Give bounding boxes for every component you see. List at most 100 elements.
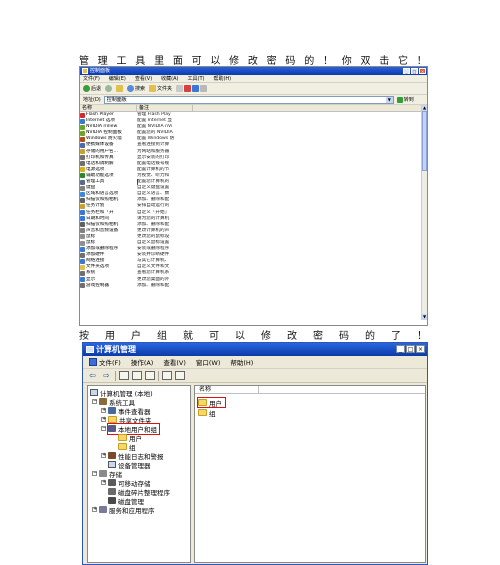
item-icon: [80, 124, 85, 130]
list-header: 名称 备注: [80, 105, 427, 112]
item-icon: [80, 155, 85, 161]
views-icon: [200, 85, 208, 92]
forward-icon[interactable]: ⇨: [101, 371, 112, 381]
column-name[interactable]: 名称: [199, 386, 259, 394]
item-icon: [80, 136, 85, 142]
back-icon[interactable]: ⇦: [87, 371, 98, 381]
column-name[interactable]: 名称: [80, 105, 137, 111]
close-button[interactable]: ×: [416, 345, 425, 353]
title-bar: 计算机管理 _ □ ×: [83, 343, 427, 356]
go-button[interactable]: 转到: [396, 96, 414, 103]
maximize-button[interactable]: □: [406, 345, 415, 353]
list-item[interactable]: 游戏控制器 添加、删除和配: [80, 283, 200, 289]
properties-icon[interactable]: [145, 371, 155, 380]
caption-char: 按: [79, 331, 89, 342]
caption-char: 修: [229, 56, 240, 67]
event-viewer-icon: [108, 407, 116, 414]
expand-icon[interactable]: +: [101, 453, 106, 458]
column-comment[interactable]: 备注: [137, 105, 193, 111]
caption-char: ！: [416, 56, 427, 67]
menu-view[interactable]: 查看(V): [135, 75, 152, 82]
undo-icon: [192, 85, 200, 92]
menu-file[interactable]: 文件(F): [85, 357, 125, 367]
scroll-thumb[interactable]: [422, 111, 427, 171]
maximize-button[interactable]: □: [411, 68, 418, 74]
go-arrow-icon: [396, 96, 403, 103]
list-rows: Flash Player 管理 Flash Play Internet 选项 配置 I…: [80, 112, 200, 289]
tree-node-services-applications[interactable]: + 服务和应用程序: [92, 505, 155, 515]
menu-favorites[interactable]: 收藏(A): [161, 75, 178, 82]
item-icon: [80, 258, 85, 264]
back-button[interactable]: 后退: [83, 85, 101, 92]
app-menu-icon: [89, 358, 97, 366]
detail-item-groups[interactable]: 组: [198, 408, 216, 418]
disk-management-icon: [108, 497, 116, 504]
menu-window[interactable]: 窗口(W): [192, 357, 225, 367]
menu-help[interactable]: 帮助(H): [226, 357, 257, 367]
collapse-icon[interactable]: −: [92, 399, 97, 404]
item-icon: [80, 228, 85, 234]
collapse-icon[interactable]: −: [101, 426, 106, 431]
caption-char: 的: [365, 331, 375, 342]
caption-line-1: 管理工具里面可以修改密码的 ！ 你双击它 ！: [78, 52, 428, 67]
toolbar-extra-buttons[interactable]: [176, 85, 208, 92]
caption-char: 户: [131, 331, 141, 342]
menu-tools[interactable]: 工具(T): [188, 75, 205, 82]
collapse-icon[interactable]: −: [92, 471, 97, 476]
detail-item-users[interactable]: 用户: [197, 397, 226, 408]
item-icon: [80, 203, 85, 209]
scroll-down-icon[interactable]: ▼: [422, 314, 427, 320]
up-level-icon[interactable]: [119, 371, 129, 380]
users-icon: [108, 425, 116, 432]
caption-char: 码: [339, 331, 349, 342]
window-title: 计算机管理: [96, 345, 136, 354]
up-folder-icon: [116, 85, 124, 92]
window-title: 控制面板: [90, 68, 111, 74]
menu-view[interactable]: 查看(V): [159, 357, 190, 367]
folder-icon: [198, 409, 207, 416]
show-hide-tree-icon[interactable]: [132, 371, 142, 380]
help-icon[interactable]: [162, 371, 172, 380]
services-icon: [99, 506, 107, 513]
expand-icon[interactable]: +: [101, 408, 106, 413]
minimize-button[interactable]: _: [403, 68, 410, 74]
expand-icon[interactable]: +: [101, 480, 106, 485]
details-header: 名称: [195, 386, 425, 394]
item-comment: 添加、删除和配: [137, 282, 170, 288]
address-dropdown-icon[interactable]: ▼: [385, 96, 393, 103]
forward-button[interactable]: [105, 85, 113, 92]
item-icon: [80, 149, 85, 155]
minimize-button[interactable]: _: [396, 345, 405, 353]
computer-management-window: 计算机管理 _ □ × 文件(F) 操作(A) 查看(V) 窗口(W) 帮助(H…: [82, 342, 428, 565]
caption-char: 密: [266, 56, 277, 67]
caption-char: ！: [417, 331, 427, 342]
menu-edit[interactable]: 编辑(E): [109, 75, 126, 82]
expand-icon[interactable]: +: [92, 507, 97, 512]
item-icon: [80, 167, 85, 173]
item-icon: [80, 222, 85, 228]
menu-file[interactable]: 文件(F): [83, 75, 100, 82]
details-pane: 名称 用户 组: [194, 385, 426, 563]
expand-icon[interactable]: +: [101, 417, 106, 422]
item-icon: [80, 130, 85, 136]
menu-action[interactable]: 操作(A): [127, 357, 158, 367]
refresh-icon[interactable]: [175, 371, 185, 380]
back-icon: [83, 85, 90, 92]
caption-char: 码: [285, 56, 296, 67]
caption-char: 面: [172, 56, 183, 67]
address-field[interactable]: 控制面板 ▼: [103, 95, 394, 104]
toolbar-separator: [115, 370, 116, 381]
folders-button[interactable]: 文件夹: [149, 85, 172, 92]
title-bar: 控制面板 _ □ ×: [80, 67, 427, 75]
search-button[interactable]: 搜索: [127, 85, 145, 92]
caption-char: 了: [391, 331, 401, 342]
delete-icon: [184, 85, 192, 92]
menu-help[interactable]: 帮助(H): [213, 75, 231, 82]
caption-char: 理: [97, 56, 108, 67]
item-icon: [80, 216, 85, 222]
item-icon: [80, 112, 85, 118]
vertical-scrollbar[interactable]: ▲ ▼: [421, 105, 427, 320]
caption-char: 工: [116, 56, 127, 67]
up-button[interactable]: [116, 85, 124, 92]
close-button[interactable]: ×: [419, 68, 426, 74]
